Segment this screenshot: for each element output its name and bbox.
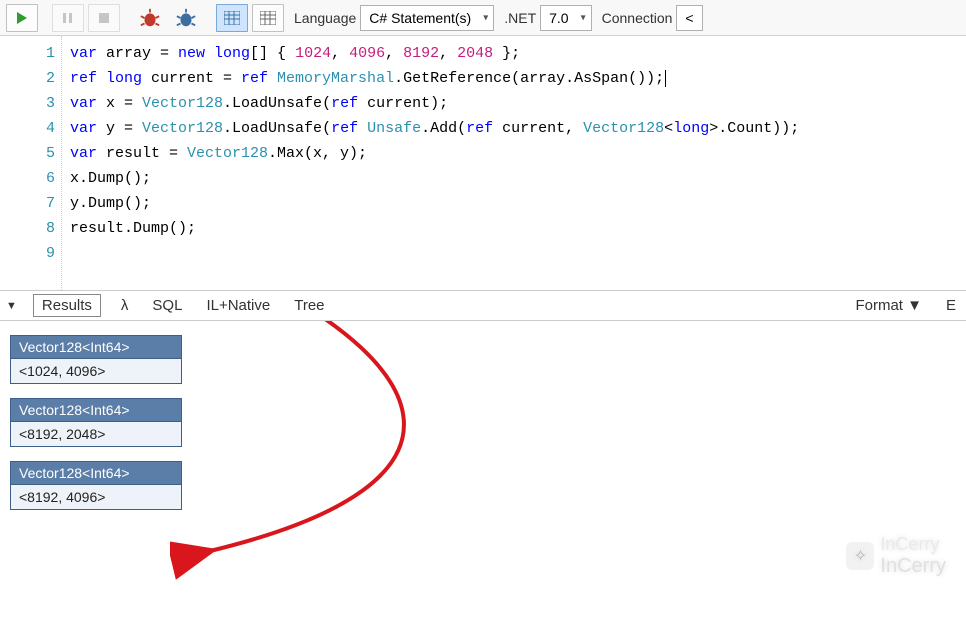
line-number: 9 — [0, 241, 55, 266]
view-datagrid-button[interactable] — [216, 4, 248, 32]
result-body: <8192, 4096> — [10, 485, 182, 510]
line-number: 6 — [0, 166, 55, 191]
line-number: 2 — [0, 66, 55, 91]
framework-label: .NET — [504, 10, 536, 26]
result-header: Vector128<Int64> — [10, 335, 182, 359]
toolbar: Language C# Statement(s) ▾ .NET 7.0 ▾ Co… — [0, 0, 966, 36]
watermark-icon: ✧ — [846, 542, 874, 570]
collapse-icon[interactable]: ▼ — [6, 300, 17, 312]
code-line[interactable]: var x = Vector128.LoadUnsafe(ref current… — [70, 91, 799, 116]
code-line[interactable]: var array = new long[] { 1024, 4096, 819… — [70, 41, 799, 66]
language-select[interactable]: C# Statement(s) ▾ — [360, 5, 494, 31]
tab-il-native[interactable]: IL+Native — [202, 294, 274, 317]
line-number: 7 — [0, 191, 55, 216]
run-button[interactable] — [6, 4, 38, 32]
result-header: Vector128<Int64> — [10, 461, 182, 485]
code-line[interactable]: result.Dump(); — [70, 216, 799, 241]
tab-tree[interactable]: Tree — [290, 294, 328, 317]
code-editor[interactable]: 123456789 var array = new long[] { 1024,… — [0, 36, 966, 291]
code-body[interactable]: var array = new long[] { 1024, 4096, 819… — [62, 36, 807, 290]
framework-value: 7.0 — [549, 10, 568, 26]
line-number: 1 — [0, 41, 55, 66]
tab-results[interactable]: Results — [33, 294, 101, 317]
pause-button[interactable] — [52, 4, 84, 32]
debug-button-red[interactable] — [134, 4, 166, 32]
line-number: 4 — [0, 116, 55, 141]
format-menu[interactable]: Format ▼ — [851, 294, 926, 317]
connection-label: Connection — [602, 10, 673, 26]
code-line[interactable]: x.Dump(); — [70, 166, 799, 191]
watermark: ✧ InCerry InCerry — [846, 534, 946, 578]
language-value: C# Statement(s) — [369, 10, 471, 26]
code-line[interactable]: var y = Vector128.LoadUnsafe(ref Unsafe.… — [70, 116, 799, 141]
line-gutter: 123456789 — [0, 36, 62, 290]
code-line[interactable]: y.Dump(); — [70, 191, 799, 216]
result-body: <8192, 2048> — [10, 422, 182, 447]
stop-button[interactable] — [88, 4, 120, 32]
results-panel: Vector128<Int64><1024, 4096>Vector128<In… — [0, 321, 966, 538]
line-number: 8 — [0, 216, 55, 241]
result-tabs: ▼ Results λ SQL IL+Native Tree Format ▼ … — [0, 291, 966, 321]
debug-button-blue[interactable] — [170, 4, 202, 32]
connection-value: < — [685, 10, 693, 26]
export-menu[interactable]: E — [942, 294, 960, 317]
code-line[interactable]: ref long current = ref MemoryMarshal.Get… — [70, 66, 799, 91]
tab-sql[interactable]: SQL — [148, 294, 186, 317]
code-line[interactable]: var result = Vector128.Max(x, y); — [70, 141, 799, 166]
result-block: Vector128<Int64><1024, 4096> — [10, 335, 182, 384]
result-body: <1024, 4096> — [10, 359, 182, 384]
view-rich-button[interactable] — [252, 4, 284, 32]
result-header: Vector128<Int64> — [10, 398, 182, 422]
tab-lambda[interactable]: λ — [117, 294, 133, 317]
chevron-down-icon: ▾ — [483, 12, 488, 23]
connection-select[interactable]: < — [676, 5, 702, 31]
language-label: Language — [294, 10, 356, 26]
result-block: Vector128<Int64><8192, 4096> — [10, 461, 182, 510]
line-number: 3 — [0, 91, 55, 116]
framework-select[interactable]: 7.0 ▾ — [540, 5, 591, 31]
result-block: Vector128<Int64><8192, 2048> — [10, 398, 182, 447]
line-number: 5 — [0, 141, 55, 166]
chevron-down-icon: ▾ — [581, 12, 586, 23]
